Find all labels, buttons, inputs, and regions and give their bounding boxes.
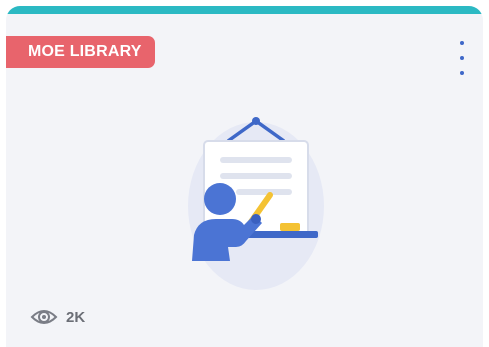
resource-card[interactable]: MOE LIBRARY 2K bbox=[6, 6, 483, 347]
more-vertical-icon bbox=[460, 41, 464, 45]
views-counter: 2K bbox=[30, 306, 85, 328]
teacher-whiteboard-icon bbox=[188, 117, 324, 290]
eye-icon bbox=[30, 310, 58, 324]
more-vertical-icon-dot-3 bbox=[460, 71, 464, 75]
library-badge: MOE LIBRARY bbox=[6, 36, 155, 68]
more-vertical-icon-dot-2 bbox=[460, 56, 464, 60]
more-options-button[interactable] bbox=[450, 41, 474, 75]
card-top-accent-bar bbox=[6, 6, 483, 14]
views-count: 2K bbox=[66, 308, 86, 326]
